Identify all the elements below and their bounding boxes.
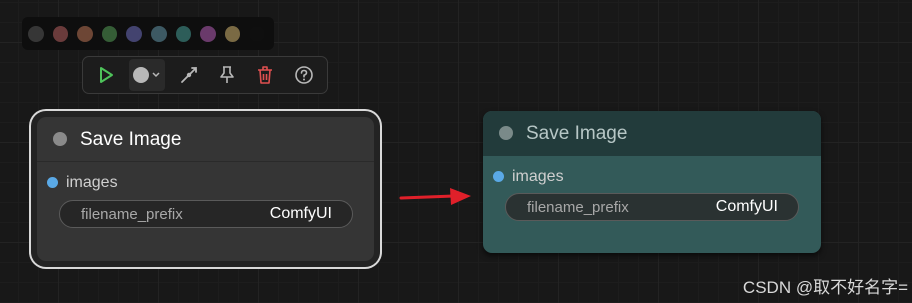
trash-icon <box>258 66 273 84</box>
save-image-node-default[interactable]: Save Image images filename_prefix ComfyU… <box>37 117 374 261</box>
input-slot-dot[interactable] <box>47 177 58 188</box>
widget-name: filename_prefix <box>81 206 183 223</box>
color-swatch[interactable] <box>28 25 44 42</box>
color-swatch[interactable] <box>200 25 216 42</box>
color-swatch[interactable] <box>224 25 241 42</box>
input-slot-label: images <box>66 174 118 191</box>
node-title-bar[interactable]: Save Image <box>483 111 821 156</box>
widget-value: ComfyUI <box>715 198 778 215</box>
bypass-icon <box>180 67 197 83</box>
play-icon <box>100 67 114 83</box>
node-title: Save Image <box>80 129 182 150</box>
help-icon <box>295 66 313 84</box>
color-swatch[interactable] <box>175 25 192 42</box>
delete-button[interactable] <box>250 59 280 91</box>
save-image-node-colored[interactable]: Save Image images filename_prefix ComfyU… <box>483 111 821 253</box>
widget-name: filename_prefix <box>527 199 629 216</box>
pin-button[interactable] <box>212 59 242 91</box>
filename-prefix-widget[interactable]: filename_prefix ComfyUI <box>59 200 353 228</box>
color-swatch[interactable] <box>126 25 142 42</box>
node-title-bar[interactable]: Save Image <box>37 117 374 162</box>
watermark-text: CSDN @取不好名字= <box>742 278 908 297</box>
color-picker-icon <box>133 67 160 83</box>
filename-prefix-widget[interactable]: filename_prefix ComfyUI <box>505 193 799 221</box>
pin-icon <box>220 66 234 83</box>
bypass-button[interactable] <box>173 59 203 91</box>
collapse-dot-icon[interactable] <box>499 126 513 140</box>
color-swatch[interactable] <box>249 25 265 42</box>
color-picker-button[interactable] <box>129 59 166 91</box>
color-swatch[interactable] <box>101 25 118 42</box>
color-swatch[interactable] <box>52 25 69 42</box>
run-button[interactable] <box>91 59 121 91</box>
arrow-icon <box>399 188 471 205</box>
collapse-dot-icon[interactable] <box>53 132 67 146</box>
color-palette <box>22 17 274 50</box>
input-slot-label: images <box>512 168 564 185</box>
input-slot-dot[interactable] <box>493 171 504 182</box>
help-button[interactable] <box>289 59 319 91</box>
selection-toolbox <box>82 56 328 94</box>
color-swatch[interactable] <box>77 25 93 42</box>
node-title: Save Image <box>526 123 628 144</box>
widget-value: ComfyUI <box>269 205 332 222</box>
color-swatch[interactable] <box>150 25 167 42</box>
